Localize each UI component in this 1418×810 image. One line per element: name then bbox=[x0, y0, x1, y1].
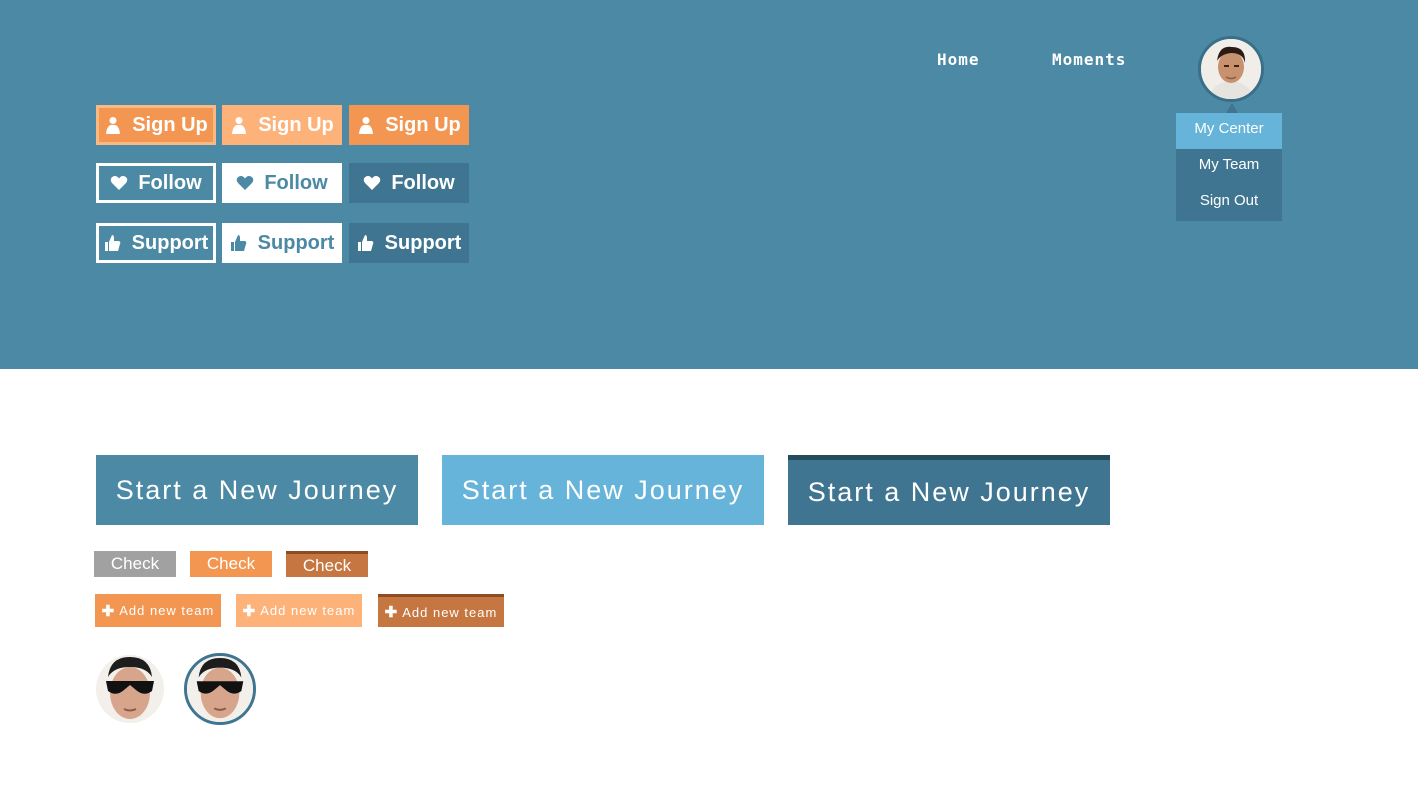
sign-up-button[interactable]: Sign Up bbox=[349, 105, 469, 145]
heart-icon bbox=[364, 176, 381, 190]
menu-item-my-center[interactable]: My Center bbox=[1176, 113, 1282, 149]
user-dropdown-menu: My Center My Team Sign Out bbox=[1176, 113, 1282, 221]
add-team-label: Add new team bbox=[402, 604, 498, 620]
plus-icon: ✚ bbox=[242, 602, 257, 620]
avatar[interactable] bbox=[96, 655, 164, 723]
sign-up-label: Sign Up bbox=[258, 113, 334, 136]
start-journey-button[interactable]: Start a New Journey bbox=[96, 455, 418, 525]
support-label: Support bbox=[384, 231, 462, 254]
support-label: Support bbox=[257, 231, 335, 254]
thumbs-up-icon bbox=[357, 235, 374, 251]
follow-label: Follow bbox=[391, 171, 455, 194]
start-journey-button[interactable]: Start a New Journey bbox=[442, 455, 764, 525]
nav-moments[interactable]: Moments bbox=[1052, 50, 1126, 69]
check-button[interactable]: Check bbox=[94, 551, 176, 577]
nav-home[interactable]: Home bbox=[937, 50, 980, 69]
follow-button[interactable]: Follow bbox=[96, 163, 216, 203]
add-team-label: Add new team bbox=[119, 603, 215, 618]
follow-label: Follow bbox=[264, 171, 328, 194]
user-icon bbox=[359, 117, 374, 134]
menu-item-my-team[interactable]: My Team bbox=[1176, 149, 1282, 185]
follow-button[interactable]: Follow bbox=[349, 163, 469, 203]
heart-icon bbox=[111, 176, 128, 190]
thumbs-up-icon bbox=[230, 235, 247, 251]
user-icon bbox=[232, 117, 247, 134]
heart-icon bbox=[237, 176, 254, 190]
add-new-team-button[interactable]: ✚ Add new team bbox=[95, 594, 221, 627]
support-button[interactable]: Support bbox=[349, 223, 469, 263]
follow-button[interactable]: Follow bbox=[222, 163, 342, 203]
sign-up-label: Sign Up bbox=[385, 113, 461, 136]
support-label: Support bbox=[131, 231, 209, 254]
avatar[interactable] bbox=[1198, 36, 1264, 102]
check-button[interactable]: Check bbox=[286, 551, 368, 577]
menu-item-sign-out[interactable]: Sign Out bbox=[1176, 185, 1282, 221]
plus-icon: ✚ bbox=[384, 604, 399, 621]
avatar-selected[interactable] bbox=[184, 653, 256, 725]
user-icon bbox=[106, 117, 121, 134]
sign-up-button[interactable]: Sign Up bbox=[222, 105, 342, 145]
sign-up-label: Sign Up bbox=[132, 113, 208, 136]
dropdown-caret bbox=[1226, 103, 1238, 113]
plus-icon: ✚ bbox=[101, 602, 116, 620]
add-new-team-button[interactable]: ✚ Add new team bbox=[378, 594, 504, 627]
support-button[interactable]: Support bbox=[96, 223, 216, 263]
follow-label: Follow bbox=[138, 171, 202, 194]
sign-up-button[interactable]: Sign Up bbox=[96, 105, 216, 145]
check-button[interactable]: Check bbox=[190, 551, 272, 577]
add-team-label: Add new team bbox=[260, 603, 356, 618]
thumbs-up-icon bbox=[104, 235, 121, 251]
support-button[interactable]: Support bbox=[222, 223, 342, 263]
add-new-team-button[interactable]: ✚ Add new team bbox=[236, 594, 362, 627]
start-journey-button[interactable]: Start a New Journey bbox=[788, 455, 1110, 525]
